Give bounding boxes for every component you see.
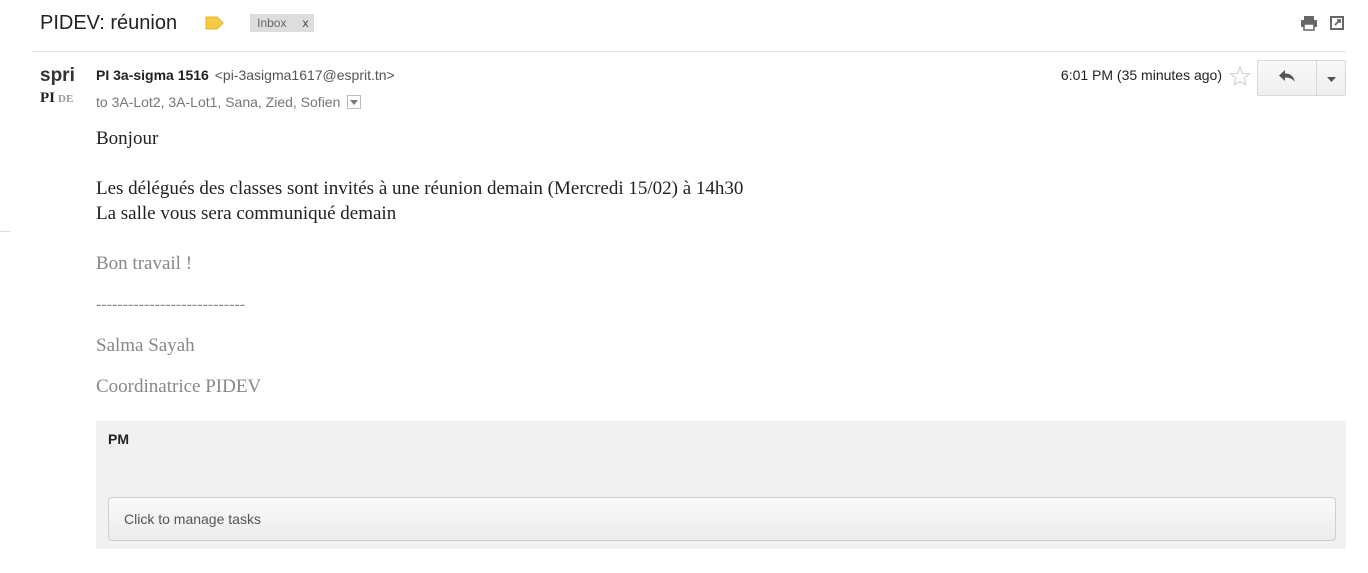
body-line-1: Les délégués des classes sont invités à …	[96, 178, 744, 199]
tasks-title: PM	[108, 431, 129, 447]
inbox-label[interactable]: Inbox	[257, 16, 286, 30]
avatar-text-top: spri	[40, 65, 75, 86]
signature-name: Salma Sayah	[96, 335, 195, 356]
greeting: Bonjour	[96, 128, 159, 149]
recipients-line: to 3A-Lot2, 3A-Lot1, Sana, Zied, Sofien	[96, 94, 362, 110]
message-actions	[1300, 14, 1346, 32]
message-time: 6:01 PM (35 minutes ago)	[1060, 67, 1222, 83]
recipients-list: to 3A-Lot2, 3A-Lot1, Sana, Zied, Sofien	[96, 94, 341, 110]
sender-name[interactable]: PI 3a-sigma 1516	[96, 67, 209, 83]
reply-icon	[1278, 69, 1296, 88]
header-divider	[32, 51, 1346, 52]
inbox-label-chip: Inbox x	[250, 14, 315, 32]
sender-email: <pi-3asigma1617@esprit.tn>	[214, 67, 395, 83]
tasks-panel: PM Click to manage tasks	[96, 421, 1346, 549]
sender-avatar[interactable]: spri PI DE	[40, 64, 82, 106]
manage-tasks-button[interactable]: Click to manage tasks	[108, 497, 1336, 541]
remove-label-button[interactable]: x	[302, 16, 308, 30]
subject-row: PIDEV: réunion Inbox x	[40, 10, 315, 36]
more-actions-button[interactable]	[1317, 61, 1345, 95]
sender-line: PI 3a-sigma 1516 <pi-3asigma1617@esprit.…	[96, 67, 395, 83]
avatar-text-bottom-b: DE	[58, 93, 73, 105]
message-body: Bonjour Les délégués des classes sont in…	[96, 126, 743, 399]
reply-button[interactable]	[1258, 61, 1317, 95]
reply-button-group	[1257, 60, 1346, 96]
star-icon[interactable]	[1229, 65, 1251, 87]
closing: Bon travail !	[96, 253, 193, 274]
email-subject: PIDEV: réunion	[40, 11, 178, 34]
print-icon[interactable]	[1300, 14, 1318, 32]
signature-title: Coordinatrice PIDEV	[96, 376, 262, 397]
chevron-down-icon	[1326, 69, 1336, 87]
signature-separator: ----------------------------	[96, 296, 246, 313]
show-details-dropdown-icon[interactable]	[347, 95, 362, 109]
label-tag-icon[interactable]	[205, 16, 224, 30]
manage-tasks-label: Click to manage tasks	[124, 511, 261, 527]
new-window-icon[interactable]	[1328, 14, 1346, 32]
left-edge-divider	[0, 231, 10, 232]
avatar-text-bottom-a: PI	[40, 90, 55, 106]
body-line-2: La salle vous sera communiqué demain	[96, 203, 397, 224]
